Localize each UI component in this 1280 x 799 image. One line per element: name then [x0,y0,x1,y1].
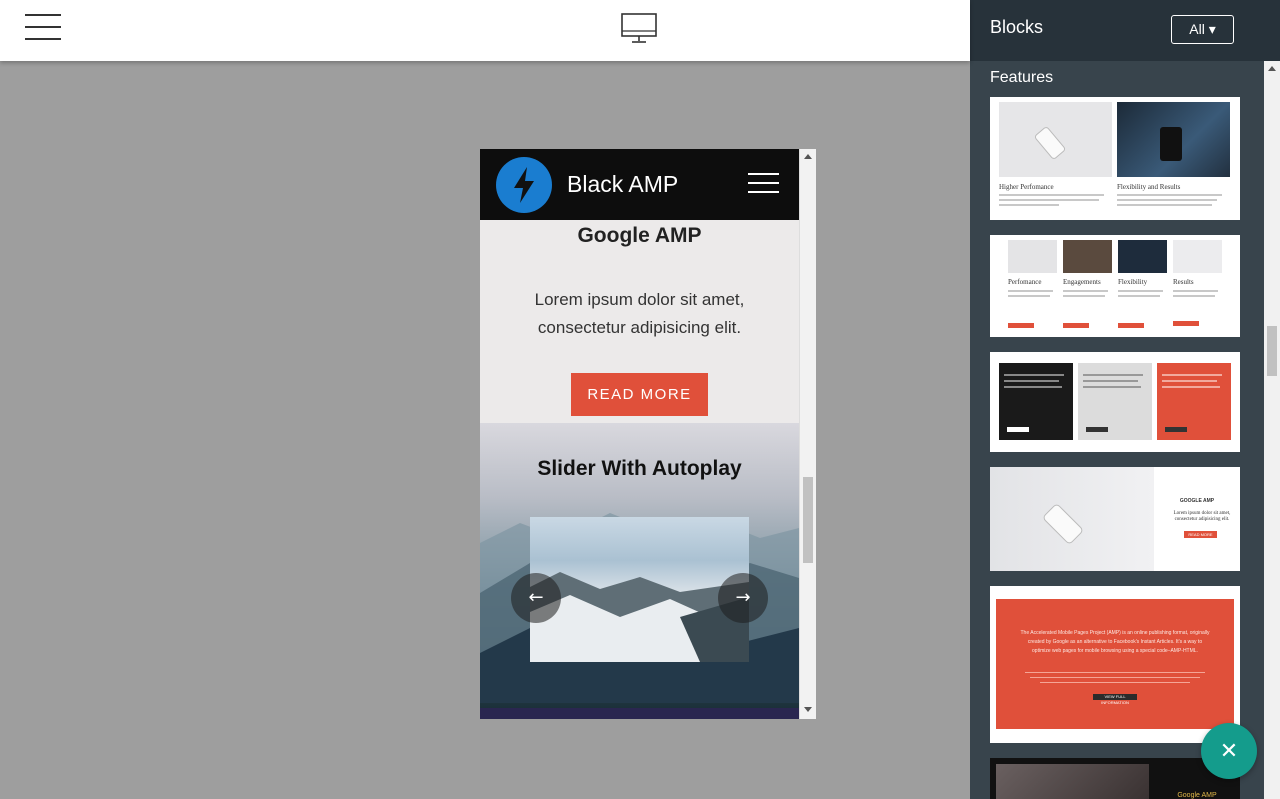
preview-slider-section: Slider With Autoplay ← → [480,423,799,719]
block-thumbnail-features-5[interactable]: The Accelerated Mobile Pages Project (AM… [990,586,1240,743]
thumb2-col2-title: Engagements [1063,278,1101,286]
block-thumbnail-features-2[interactable]: Perfomance Engagements Flexibility Resul… [990,235,1240,337]
preview-brand-name[interactable]: Black AMP [567,171,678,198]
thumb4-button: READ MORE [1184,531,1217,538]
features-section-label: Features [990,69,1054,86]
slider-prev-arrow-icon[interactable]: ← [511,573,561,623]
block-thumbnail-features-3[interactable] [990,352,1240,452]
thumb2-col1-title: Perfomance [1008,278,1042,286]
block-thumbnail-features-4[interactable]: GOOGLE AMP Lorem ipsum dolor sit amet, c… [990,467,1240,571]
thumb1-col2-title: Flexibility and Results [1117,183,1181,191]
thumb2-col3-title: Flexibility [1118,278,1148,286]
phone-image [1043,504,1083,544]
mobile-preview-frame: Black AMP Google AMP Lorem ipsum dolor s… [480,149,816,719]
next-section-edge [480,708,799,719]
blocks-filter-dropdown[interactable]: All ▾ [1171,15,1234,44]
slider-title: Slider With Autoplay [537,457,742,480]
blocks-panel-header: Blocks All ▾ [970,0,1280,61]
preview-navbar: Black AMP [480,149,799,220]
scroll-down-icon[interactable] [804,707,812,712]
blocks-panel: Blocks All ▾ Features Higher Perfomance … [970,0,1280,799]
scroll-up-icon[interactable] [804,154,812,159]
preview-scroll-thumb[interactable] [803,477,813,563]
hamburger-icon[interactable] [25,14,61,40]
thumb5-button: VIEW FULL INFORMATION [1093,694,1137,705]
block-thumbnail-features-1[interactable]: Higher Perfomance Flexibility and Result… [990,97,1240,220]
preview-scrollbar[interactable] [799,149,816,719]
close-icon[interactable]: ✕ [1201,723,1257,779]
preview-section-text: Lorem ipsum dolor sit amet, consectetur … [534,290,745,337]
thumb4-heading: GOOGLE AMP [1179,498,1215,504]
thumb1-col1-title: Higher Perfomance [999,183,1054,191]
blocks-title: Blocks [990,17,1044,37]
blocks-scroll-thumb[interactable] [1267,326,1277,376]
blocks-panel-scrollbar[interactable] [1264,61,1280,799]
thumb4-text: Lorem ipsum dolor sit amet, consectetur … [1173,511,1231,522]
slider-next-arrow-icon[interactable]: → [718,573,768,623]
thumb5-text: The Accelerated Mobile Pages Project (AM… [1020,630,1210,654]
preview-section-title: Google AMP [577,224,702,247]
thumb6-heading: Google AMP [1177,792,1217,799]
desktop-monitor-icon[interactable] [620,12,658,44]
scroll-up-icon[interactable] [1268,66,1276,71]
lightning-bolt-icon[interactable] [496,157,552,213]
preview-hamburger-icon[interactable] [748,173,779,193]
read-more-button[interactable]: READ MORE [571,373,708,416]
block-thumbnail-features-6[interactable]: Google AMP [990,758,1240,799]
phone-image [1034,127,1066,159]
thumb2-col4-title: Results [1173,278,1194,286]
slide-image [530,517,749,662]
editor-toolbar [0,0,970,61]
